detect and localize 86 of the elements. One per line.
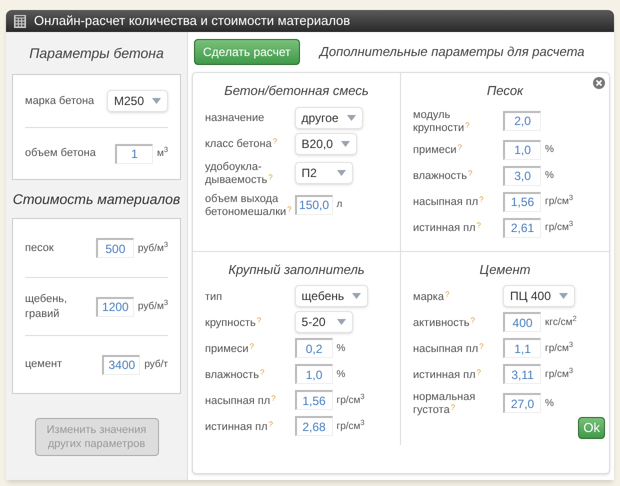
unit-label: гр/см$^{3}$ [545, 194, 574, 209]
field-label: объем бетона [25, 146, 96, 162]
field-label: щебень, гравий [25, 292, 68, 322]
field-label: назначение [205, 111, 266, 125]
window-title: Онлайн-расчет количества и стоимости материалов [34, 12, 350, 30]
close-icon[interactable] [593, 77, 605, 89]
input-field[interactable]: 1,1 [503, 338, 542, 358]
input-field[interactable]: 27,0 [503, 393, 542, 413]
dropdown[interactable]: М250 [106, 90, 168, 112]
caret-icon [336, 319, 346, 325]
input-field[interactable]: 1,0 [503, 140, 542, 160]
field-label: марка? [413, 288, 450, 304]
field-label: удобоукла-дываемость? [205, 160, 274, 186]
field-label: класс бетона? [205, 136, 278, 151]
caret-icon [340, 140, 350, 146]
ok-button[interactable]: Ok [578, 417, 605, 439]
input-field[interactable]: 2,61 [503, 218, 542, 238]
input-field[interactable]: 1 [114, 144, 153, 164]
caret-icon [352, 293, 362, 299]
unit-label: руб/м$^{3}$ [138, 240, 168, 256]
unit-label: руб/т [144, 358, 168, 372]
field-label: примеси? [413, 142, 463, 157]
input-field[interactable]: 1,56 [503, 192, 542, 212]
input-field[interactable]: 2,0 [503, 110, 542, 130]
field-label: нормальная густота? [413, 390, 476, 417]
unit-label: м$^{3}$ [156, 146, 168, 161]
input-field[interactable]: 150,0 [294, 194, 333, 214]
field-label: тип [205, 290, 224, 304]
input-field[interactable]: 0,2 [294, 338, 333, 358]
unit-label: гр/см$^{3}$ [545, 220, 574, 235]
field-label: активность? [413, 314, 476, 330]
dropdown[interactable]: другое [294, 106, 363, 128]
unit-label: гр/см$^{3}$ [545, 366, 574, 382]
field-label: истинная пл? [413, 366, 482, 382]
field-label: модуль крупности? [413, 108, 471, 134]
unit-label: % [336, 342, 346, 356]
unit-label: гр/см$^{3}$ [336, 392, 365, 408]
unit-label: кгс/см$^{2}$ [545, 314, 577, 330]
input-field[interactable]: 400 [503, 312, 542, 332]
panel-title: Параметры бетона [28, 44, 165, 63]
input-field[interactable]: 3,0 [503, 166, 542, 186]
section-heading: Дополнительные параметры для расчета [320, 43, 584, 62]
caret-icon [336, 170, 346, 176]
field-label: влажность? [205, 366, 266, 382]
field-label: цемент [25, 357, 64, 372]
section-title: Песок [486, 82, 524, 100]
unit-label: гр/см$^{3}$ [545, 340, 574, 356]
input-field[interactable]: 1,56 [294, 390, 333, 410]
dropdown[interactable]: ПЦ 400 [503, 285, 575, 307]
field-label: насыпная пл? [205, 392, 277, 408]
unit-label: л [336, 198, 342, 212]
field-label: истинная пл? [413, 220, 482, 235]
unit-label: гр/см$^{3}$ [336, 418, 365, 434]
field-label: истинная пл? [205, 418, 274, 434]
input-field[interactable]: 1,0 [294, 364, 333, 384]
field-label: крупность? [205, 314, 262, 330]
unit-label: % [545, 143, 554, 157]
field-label: песок [25, 240, 55, 256]
unit-label: % [336, 368, 346, 382]
unit-label: руб/м$^{3}$ [138, 299, 168, 314]
dropdown[interactable]: П2 [294, 162, 353, 184]
unit-label: % [545, 169, 554, 183]
input-field[interactable]: 500 [96, 238, 134, 258]
caret-icon [346, 114, 356, 120]
caret-icon [558, 293, 568, 299]
input-field[interactable]: 3,11 [503, 364, 542, 384]
calculate-button[interactable]: Сделать расчет [194, 39, 300, 65]
section-title: Бетон/бетонная смесь [223, 82, 370, 100]
unit-label: % [545, 396, 554, 410]
field-label: влажность? [413, 168, 474, 183]
field-label: насыпная пл? [413, 340, 485, 356]
field-label: марка бетона [25, 94, 94, 109]
caret-icon [152, 98, 161, 104]
section-title: Крупный заполнитель [227, 260, 366, 279]
field-label: объем выхода бетономешалки? [205, 192, 293, 218]
section-title: Цемент [478, 260, 532, 279]
dropdown[interactable]: 5-20 [294, 311, 353, 333]
panel-title: Стоимость материалов [12, 190, 182, 209]
dropdown[interactable]: В20,0 [294, 132, 357, 154]
input-field[interactable]: 3400 [102, 354, 140, 374]
field-label: примеси? [205, 340, 255, 356]
dropdown[interactable]: щебень [294, 285, 368, 307]
calculator-icon [14, 14, 26, 28]
input-field[interactable]: 1200 [96, 296, 134, 316]
input-field[interactable]: 2,68 [294, 416, 333, 436]
field-label: насыпная пл? [413, 194, 485, 209]
